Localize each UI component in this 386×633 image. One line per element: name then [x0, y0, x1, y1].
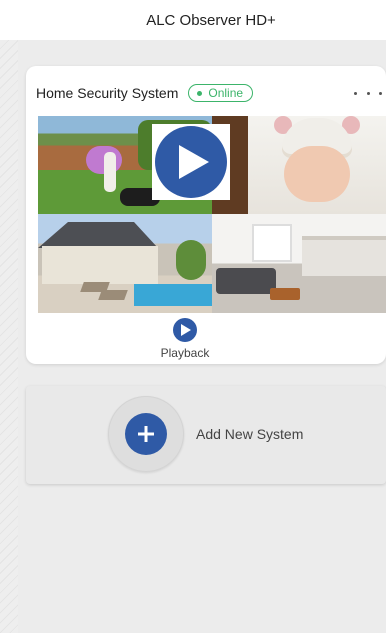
camera-tile-living-room[interactable]	[212, 214, 386, 313]
status-dot-icon	[197, 90, 203, 96]
add-new-system-label: Add New System	[196, 426, 304, 442]
live-play-button[interactable]	[152, 124, 230, 200]
add-new-system-card[interactable]: Add New System	[26, 386, 386, 484]
background-pattern	[0, 0, 18, 633]
playback-label: Playback	[160, 346, 210, 360]
play-icon[interactable]	[155, 126, 227, 198]
app-title: ALC Observer HD+	[146, 11, 276, 29]
plus-icon[interactable]	[125, 413, 167, 455]
system-name: Home Security System	[36, 85, 179, 101]
playback-play-icon	[173, 318, 197, 342]
status-label: Online	[208, 86, 244, 100]
add-icon-ring[interactable]	[108, 396, 184, 472]
more-options-icon[interactable]	[354, 82, 382, 104]
system-card-header: Home Security System Online	[36, 82, 386, 104]
camera-tile-pool[interactable]	[38, 214, 212, 313]
camera-tile-nursery[interactable]	[212, 116, 386, 214]
playback-button[interactable]: Playback	[145, 318, 225, 360]
app-header: ALC Observer HD+	[0, 0, 386, 40]
status-badge: Online	[188, 84, 254, 102]
